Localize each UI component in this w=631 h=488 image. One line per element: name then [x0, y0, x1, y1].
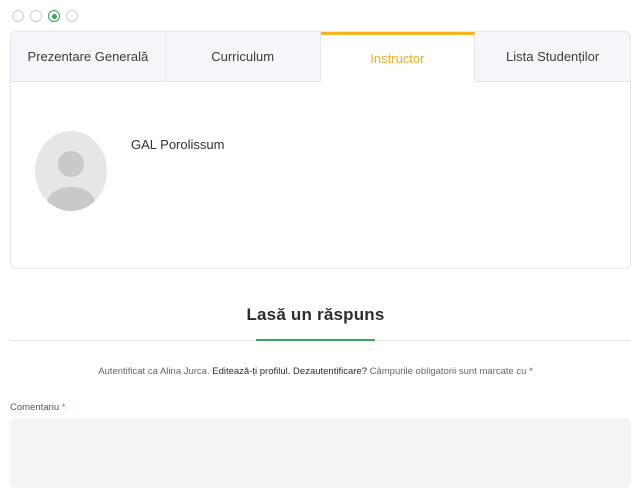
tab-overview[interactable]: Prezentare Generală	[11, 32, 166, 82]
logout-link[interactable]: Dezautentificare?	[293, 366, 367, 377]
user-placeholder-icon	[47, 151, 95, 211]
comment-required-star: *	[61, 402, 66, 413]
slide-indicators	[12, 10, 78, 22]
tab-students[interactable]: Lista Studenților	[475, 32, 630, 82]
comment-textarea[interactable]	[10, 418, 631, 488]
slide-radio-4[interactable]	[66, 10, 78, 22]
tab-curriculum[interactable]: Curriculum	[165, 32, 321, 82]
slide-radio-1[interactable]	[12, 10, 24, 22]
required-fields-note: Câmpurile obligatorii sunt marcate cu	[366, 366, 530, 377]
course-tabs-card: Prezentare Generală Curriculum Instructo…	[10, 31, 631, 269]
reply-heading: Lasă un răspuns	[246, 305, 385, 324]
slide-radio-3-selected[interactable]	[48, 10, 60, 22]
comment-label: Comentariu *	[10, 402, 65, 413]
logged-in-as-text: Autentificat ca Alina Jurca.	[98, 366, 213, 377]
edit-profile-link[interactable]: Editează-ți profilul.	[212, 366, 290, 377]
tab-instructor[interactable]: Instructor	[320, 32, 476, 82]
instructor-name[interactable]: GAL Porolissum	[131, 137, 224, 152]
tab-bar: Prezentare Generală Curriculum Instructo…	[11, 32, 630, 82]
slide-radio-2[interactable]	[30, 10, 42, 22]
instructor-avatar	[35, 131, 107, 211]
reply-heading-underline	[256, 339, 375, 341]
logged-in-notice: Autentificat ca Alina Jurca. Editează-ți…	[0, 366, 631, 377]
comment-label-text: Comentariu	[10, 402, 62, 413]
required-star: *	[529, 366, 533, 377]
